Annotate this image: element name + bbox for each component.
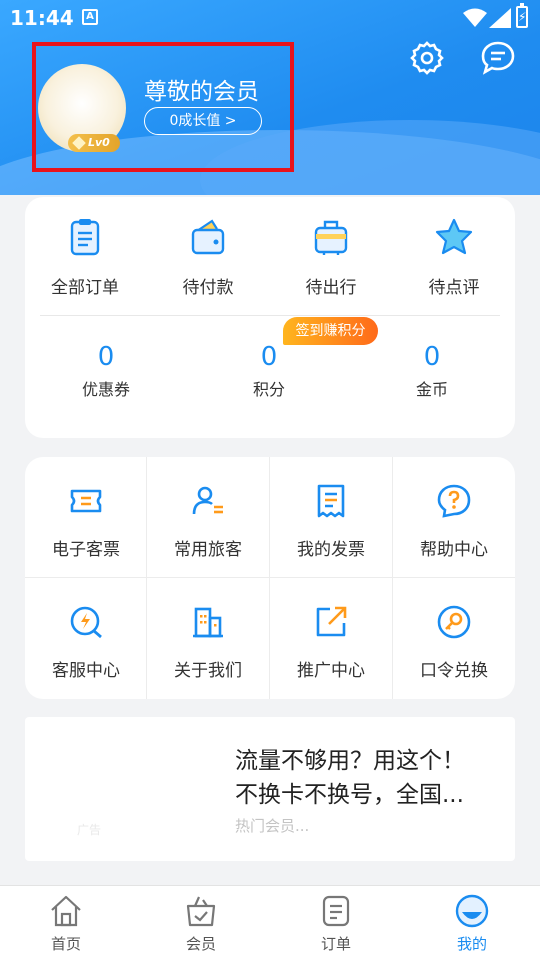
member-title: 尊敬的会员: [144, 79, 259, 105]
traveler-icon: [192, 486, 223, 515]
divider: [40, 315, 500, 316]
coupons-value: 0: [97, 342, 115, 372]
ad-headline-2: 不换卡不换号，全国...: [235, 782, 464, 808]
stat-coupons[interactable]: 0 优惠券: [46, 342, 166, 400]
service-e-ticket[interactable]: 电子客票: [25, 457, 147, 577]
member-bag-icon: [186, 896, 216, 927]
battery-icon: ⚡: [516, 3, 528, 28]
support-icon: [70, 606, 102, 639]
bottom-tab-bar: 首页 会员 订单 我的: [0, 885, 540, 960]
order-pending-payment-label: 待付款: [182, 278, 234, 298]
building-icon: [193, 607, 223, 638]
service-customer-support[interactable]: 客服中心: [25, 578, 147, 698]
coins-label: 金币: [415, 380, 448, 399]
home-icon: [51, 895, 81, 927]
service-promotion-center[interactable]: 推广中心: [270, 578, 392, 698]
tab-home[interactable]: 首页: [21, 894, 111, 954]
order-all[interactable]: 全部订单: [30, 217, 140, 298]
coins-value: 0: [423, 342, 441, 372]
help-icon: [437, 484, 471, 518]
ad-headline-1: 流量不够用？用这个！: [235, 748, 465, 774]
wifi-icon: [463, 8, 487, 27]
tab-mine[interactable]: 我的: [427, 894, 517, 954]
service-my-invoices[interactable]: 我的发票: [270, 457, 392, 577]
order-pending-payment[interactable]: 待付款: [153, 217, 263, 298]
ad-label: 广告: [77, 823, 102, 837]
share-icon: [316, 606, 347, 637]
signal-icon: [489, 8, 511, 28]
service-frequent-travelers[interactable]: 常用旅客: [147, 457, 269, 577]
status-time: 11:44: [10, 6, 74, 30]
tab-orders[interactable]: 订单: [291, 894, 381, 954]
ad-subtitle: 热门会员...: [235, 817, 310, 835]
growth-value-button[interactable]: 0成长值 >: [144, 107, 262, 135]
service-label: 电子客票: [52, 540, 120, 560]
order-pending-review-label: 待点评: [428, 278, 480, 298]
suitcase-icon: [314, 220, 348, 255]
order-all-label: 全部订单: [51, 278, 119, 298]
wallet-icon: [191, 219, 225, 255]
orders-card: 全部订单 待付款 待出行 待点评 签到赚积分 0 优惠券 0 积分 0 金币: [25, 197, 515, 438]
ad-card[interactable]: 广告 流量不够用？用这个！ 不换卡不换号，全国... 热门会员...: [25, 717, 515, 861]
star-icon: [435, 218, 473, 255]
tab-label: 会员: [185, 935, 216, 953]
coupons-label: 优惠券: [81, 380, 130, 399]
tab-label: 订单: [320, 935, 351, 953]
order-icon: [322, 895, 350, 927]
chat-bubble-icon[interactable]: [480, 40, 516, 76]
points-value: 0: [260, 342, 278, 372]
service-label: 客服中心: [52, 661, 120, 681]
clipboard-icon: [70, 219, 100, 256]
order-pending-trip-label: 待出行: [305, 278, 357, 298]
tab-label: 我的: [456, 935, 487, 953]
services-card: 电子客票 常用旅客 我的发票 帮助中心 客服中心 关于我们 推广中心 口令兑换: [25, 457, 515, 699]
level-badge: Lv0: [68, 134, 120, 152]
service-about-us[interactable]: 关于我们: [147, 578, 269, 698]
invoice-icon: [317, 484, 345, 518]
diamond-icon: [72, 136, 86, 150]
service-label: 帮助中心: [420, 540, 488, 560]
service-label: 关于我们: [174, 661, 242, 681]
service-label: 推广中心: [297, 661, 365, 681]
key-icon: [437, 605, 471, 639]
notification-icon: A: [82, 9, 98, 25]
stat-coins[interactable]: 0 金币: [372, 342, 492, 400]
order-pending-trip[interactable]: 待出行: [276, 217, 386, 298]
service-help-center[interactable]: 帮助中心: [393, 457, 515, 577]
service-label: 我的发票: [297, 540, 365, 560]
stat-points[interactable]: 0 积分: [209, 342, 329, 400]
service-label: 常用旅客: [174, 540, 242, 560]
tab-member[interactable]: 会员: [156, 894, 246, 954]
service-label: 口令兑换: [420, 661, 488, 681]
service-code-redeem[interactable]: 口令兑换: [393, 578, 515, 698]
checkin-badge[interactable]: 签到赚积分: [283, 317, 378, 345]
points-label: 积分: [252, 380, 285, 399]
tab-label: 首页: [50, 935, 81, 953]
gear-icon[interactable]: [409, 40, 445, 76]
profile-icon: [455, 894, 489, 928]
order-pending-review[interactable]: 待点评: [399, 217, 509, 298]
status-bar: 11:44 A ⚡: [0, 0, 540, 36]
ticket-icon: [70, 489, 102, 513]
